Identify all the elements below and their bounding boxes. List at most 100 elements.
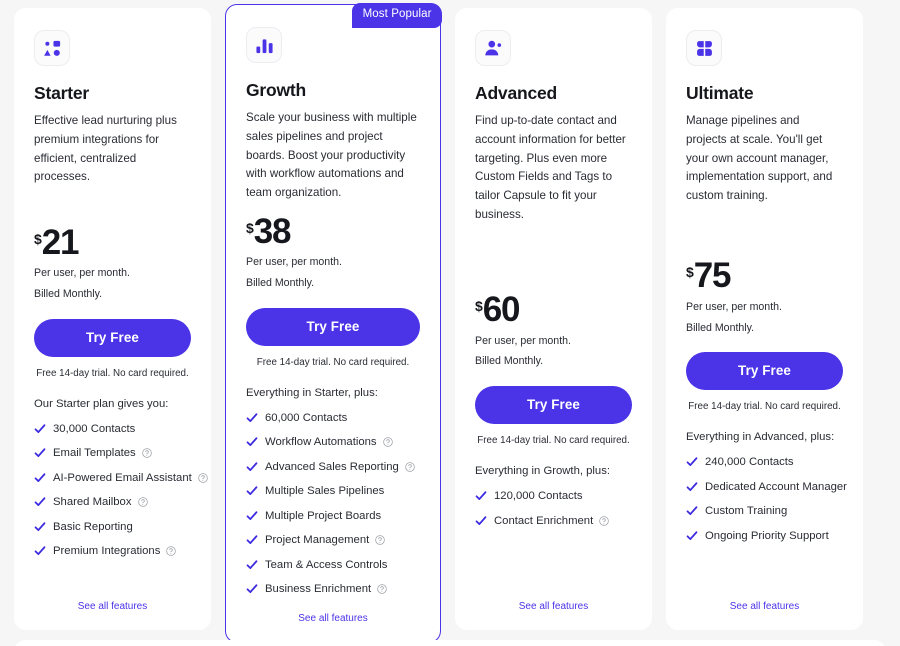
try-free-button[interactable]: Try Free xyxy=(475,386,632,425)
check-icon xyxy=(246,412,258,424)
see-all-features-link[interactable]: See all features xyxy=(730,601,800,612)
billing-note: Billed Monthly. xyxy=(475,355,544,368)
next-section-placeholder xyxy=(14,640,886,646)
plan-name: Ultimate xyxy=(686,83,754,103)
feature-label: AI-Powered Email Assistant xyxy=(53,471,192,484)
help-circle-icon[interactable] xyxy=(375,535,385,546)
check-icon xyxy=(34,545,46,557)
feature-label: 30,000 Contacts xyxy=(53,422,136,435)
feature-label: 240,000 Contacts xyxy=(705,456,794,469)
trial-note: Free 14-day trial. No card required. xyxy=(477,435,630,447)
trial-note: Free 14-day trial. No card required. xyxy=(688,401,841,413)
help-circle-icon[interactable] xyxy=(382,437,393,448)
check-icon xyxy=(246,583,258,595)
price-row: $ 38 xyxy=(246,211,420,251)
feature-label: Shared Mailbox xyxy=(53,496,132,509)
plan-description: Scale your business with multiple sales … xyxy=(246,111,417,200)
feature-label: Advanced Sales Reporting xyxy=(265,460,399,473)
price-amount: 38 xyxy=(253,211,292,251)
check-icon xyxy=(686,456,698,468)
feature-label: Project Management xyxy=(265,534,370,547)
feature-label: 60,000 Contacts xyxy=(265,411,348,424)
quadrant-grid-icon xyxy=(686,30,722,66)
features-heading: Everything in Starter, plus: xyxy=(246,386,378,399)
try-free-button[interactable]: Try Free xyxy=(686,352,843,391)
feature-item: Business Enrichment xyxy=(246,583,420,595)
plan-description: Manage pipelines and projects at scale. … xyxy=(686,114,833,203)
see-all-features-wrap: See all features xyxy=(34,596,191,630)
help-circle-icon[interactable] xyxy=(599,516,609,526)
per-user-note: Per user, per month. xyxy=(475,334,571,347)
feature-list: 60,000 Contacts Workflow Automations Advan… xyxy=(246,412,420,608)
user-contact-icon xyxy=(475,30,511,66)
feature-item: Basic Reporting xyxy=(34,521,191,533)
see-all-features-wrap: See all features xyxy=(246,608,420,642)
see-all-features-link[interactable]: See all features xyxy=(78,601,148,612)
features-heading: Everything in Growth, plus: xyxy=(475,465,610,478)
help-circle-icon[interactable] xyxy=(377,584,387,595)
feature-item: Team & Access Controls xyxy=(246,559,420,571)
feature-label: Workflow Automations xyxy=(265,436,377,449)
feature-label: Basic Reporting xyxy=(53,520,133,533)
check-icon xyxy=(34,423,46,435)
feature-item: Multiple Sales Pipelines xyxy=(246,485,420,497)
feature-list: 240,000 Contacts Dedicated Account Manage… xyxy=(686,456,847,554)
check-icon xyxy=(246,510,258,522)
feature-item: Workflow Automations xyxy=(246,436,420,448)
feature-label: Business Enrichment xyxy=(265,583,372,596)
pricing-card-starter: Starter Effective lead nurturing plus pre… xyxy=(14,8,211,630)
pricing-cards-row: Starter Effective lead nurturing plus pre… xyxy=(0,3,900,643)
billing-note: Billed Monthly. xyxy=(34,287,103,300)
feature-label: Dedicated Account Manager xyxy=(705,480,847,493)
feature-label: Custom Training xyxy=(705,505,788,518)
check-icon xyxy=(34,447,46,459)
try-free-button[interactable]: Try Free xyxy=(34,318,191,357)
price-row: $ 60 xyxy=(475,290,632,330)
check-icon xyxy=(475,490,487,502)
see-all-features-wrap: See all features xyxy=(475,596,632,630)
features-heading: Everything in Advanced, plus: xyxy=(686,431,835,444)
see-all-features-link[interactable]: See all features xyxy=(298,613,368,624)
feature-item: Shared Mailbox xyxy=(34,496,191,508)
feature-label: Email Templates xyxy=(53,447,136,460)
feature-item: Multiple Project Boards xyxy=(246,510,420,522)
shapes-grid-icon xyxy=(34,30,70,66)
check-icon xyxy=(34,496,46,508)
check-icon xyxy=(686,505,698,517)
most-popular-badge: Most Popular xyxy=(351,3,442,28)
features-heading: Our Starter plan gives you: xyxy=(34,397,169,410)
check-icon xyxy=(246,559,258,571)
help-circle-icon[interactable] xyxy=(405,462,415,472)
help-circle-icon[interactable] xyxy=(137,497,148,507)
check-icon xyxy=(246,534,258,546)
help-circle-icon[interactable] xyxy=(166,546,177,556)
billing-note: Billed Monthly. xyxy=(686,321,755,334)
help-circle-icon[interactable] xyxy=(198,472,208,483)
per-user-note: Per user, per month. xyxy=(246,256,342,269)
try-free-button[interactable]: Try Free xyxy=(246,307,420,346)
feature-list: 120,000 Contacts Contact Enrichment xyxy=(475,490,632,539)
pricing-card-advanced: Advanced Find up-to-date contact and acco… xyxy=(455,8,652,630)
price-block: $ 38 Per user, per month. Billed Monthly… xyxy=(246,211,420,387)
feature-label: Multiple Project Boards xyxy=(265,509,382,522)
feature-item: 120,000 Contacts xyxy=(475,490,632,502)
help-circle-icon[interactable] xyxy=(141,448,152,458)
feature-label: Contact Enrichment xyxy=(494,514,594,527)
see-all-features-link[interactable]: See all features xyxy=(519,601,589,612)
feature-item: AI-Powered Email Assistant xyxy=(34,471,208,484)
bar-chart-icon xyxy=(246,27,282,63)
trial-note: Free 14-day trial. No card required. xyxy=(36,367,189,379)
check-icon xyxy=(34,521,46,533)
price-amount: 60 xyxy=(482,290,521,330)
feature-item: Premium Integrations xyxy=(34,545,191,557)
pricing-page: Starter Effective lead nurturing plus pre… xyxy=(0,0,900,646)
price-block: $ 60 Per user, per month. Billed Monthly… xyxy=(475,290,632,465)
plan-description: Effective lead nurturing plus premium in… xyxy=(34,114,177,184)
check-icon xyxy=(686,530,698,542)
feature-item: Custom Training xyxy=(686,505,843,517)
billing-note: Billed Monthly. xyxy=(246,277,315,290)
currency-symbol: $ xyxy=(475,298,483,315)
plan-name: Growth xyxy=(246,80,307,100)
check-icon xyxy=(475,515,487,527)
currency-symbol: $ xyxy=(686,264,694,281)
